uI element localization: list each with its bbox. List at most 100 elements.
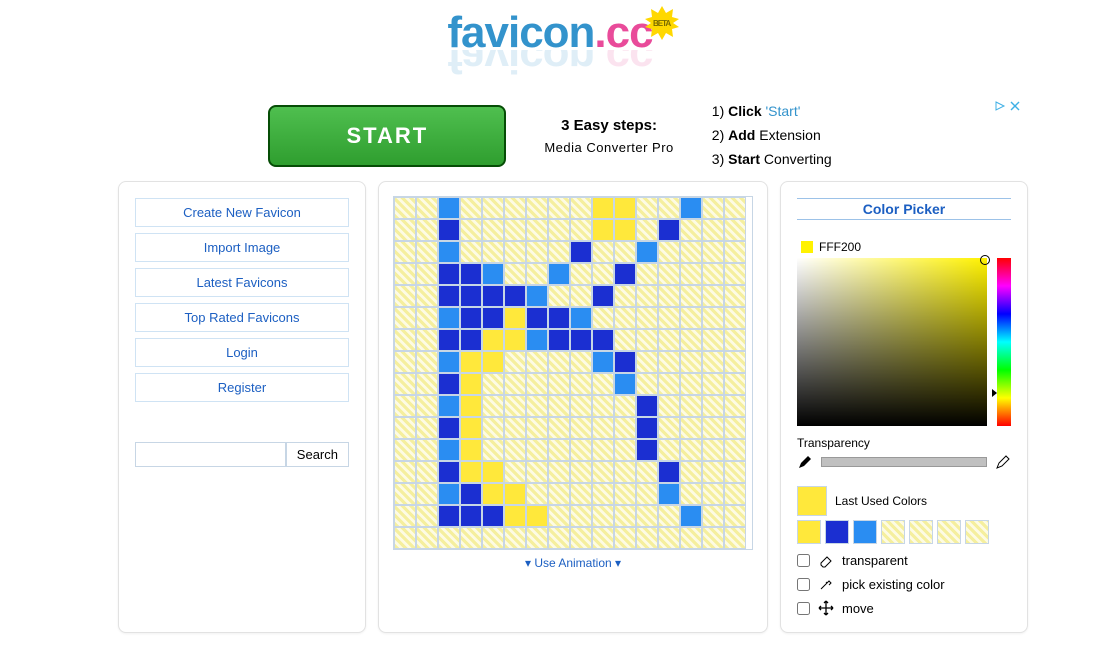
pixel-cell[interactable]: [460, 197, 482, 219]
last-used-swatch[interactable]: [881, 520, 905, 544]
search-input[interactable]: [135, 442, 286, 467]
pixel-cell[interactable]: [438, 527, 460, 549]
pixel-cell[interactable]: [592, 219, 614, 241]
last-used-swatch[interactable]: [825, 520, 849, 544]
pixel-cell[interactable]: [702, 329, 724, 351]
pixel-cell[interactable]: [570, 263, 592, 285]
pixel-cell[interactable]: [416, 483, 438, 505]
pixel-cell[interactable]: [394, 219, 416, 241]
pixel-cell[interactable]: [702, 307, 724, 329]
last-used-swatch[interactable]: [909, 520, 933, 544]
pixel-cell[interactable]: [526, 219, 548, 241]
pixel-cell[interactable]: [416, 505, 438, 527]
pixel-cell[interactable]: [394, 285, 416, 307]
pixel-cell[interactable]: [438, 351, 460, 373]
pixel-cell[interactable]: [658, 351, 680, 373]
pixel-cell[interactable]: [570, 439, 592, 461]
pixel-cell[interactable]: [570, 461, 592, 483]
pixel-cell[interactable]: [548, 219, 570, 241]
pixel-cell[interactable]: [438, 241, 460, 263]
pixel-cell[interactable]: [504, 219, 526, 241]
pixel-cell[interactable]: [526, 241, 548, 263]
pixel-cell[interactable]: [504, 263, 526, 285]
pixel-cell[interactable]: [394, 307, 416, 329]
pixel-cell[interactable]: [394, 241, 416, 263]
pixel-cell[interactable]: [702, 219, 724, 241]
pixel-cell[interactable]: [394, 505, 416, 527]
transparency-slider[interactable]: [821, 457, 987, 467]
pixel-cell[interactable]: [482, 351, 504, 373]
pixel-cell[interactable]: [548, 505, 570, 527]
pixel-cell[interactable]: [614, 307, 636, 329]
pixel-cell[interactable]: [702, 417, 724, 439]
pixel-cell[interactable]: [592, 439, 614, 461]
pixel-cell[interactable]: [570, 241, 592, 263]
pixel-cell[interactable]: [526, 483, 548, 505]
pixel-cell[interactable]: [614, 351, 636, 373]
pixel-cell[interactable]: [592, 373, 614, 395]
pixel-cell[interactable]: [658, 241, 680, 263]
pixel-cell[interactable]: [504, 505, 526, 527]
pixel-cell[interactable]: [548, 307, 570, 329]
nav-link[interactable]: Top Rated Favicons: [136, 304, 348, 331]
pixel-cell[interactable]: [702, 241, 724, 263]
pixel-cell[interactable]: [482, 307, 504, 329]
pixel-cell[interactable]: [504, 351, 526, 373]
sv-cursor[interactable]: [980, 255, 990, 265]
pixel-cell[interactable]: [724, 307, 746, 329]
pixel-cell[interactable]: [680, 307, 702, 329]
pixel-cell[interactable]: [482, 395, 504, 417]
pixel-cell[interactable]: [680, 505, 702, 527]
pixel-cell[interactable]: [614, 241, 636, 263]
pixel-cell[interactable]: [548, 285, 570, 307]
transparent-checkbox[interactable]: [797, 554, 810, 567]
close-icon[interactable]: [1010, 101, 1020, 111]
pixel-cell[interactable]: [614, 461, 636, 483]
pixel-cell[interactable]: [438, 461, 460, 483]
pixel-cell[interactable]: [394, 329, 416, 351]
pixel-cell[interactable]: [526, 417, 548, 439]
pixel-cell[interactable]: [658, 329, 680, 351]
pixel-cell[interactable]: [416, 241, 438, 263]
last-used-swatch[interactable]: [965, 520, 989, 544]
pixel-cell[interactable]: [592, 351, 614, 373]
pixel-cell[interactable]: [680, 263, 702, 285]
pixel-cell[interactable]: [658, 263, 680, 285]
nav-link[interactable]: Register: [136, 374, 348, 401]
pixel-cell[interactable]: [482, 483, 504, 505]
pixel-cell[interactable]: [416, 417, 438, 439]
pixel-cell[interactable]: [614, 285, 636, 307]
pixel-cell[interactable]: [724, 417, 746, 439]
pixel-cell[interactable]: [438, 219, 460, 241]
pixel-cell[interactable]: [570, 483, 592, 505]
pixel-cell[interactable]: [658, 219, 680, 241]
pixel-cell[interactable]: [416, 263, 438, 285]
pixel-cell[interactable]: [438, 197, 460, 219]
pixel-cell[interactable]: [438, 263, 460, 285]
pixel-cell[interactable]: [724, 373, 746, 395]
pixel-cell[interactable]: [614, 197, 636, 219]
pixel-cell[interactable]: [724, 197, 746, 219]
pixel-cell[interactable]: [416, 527, 438, 549]
pixel-cell[interactable]: [460, 527, 482, 549]
pixel-cell[interactable]: [570, 527, 592, 549]
pixel-cell[interactable]: [658, 285, 680, 307]
pixel-cell[interactable]: [680, 527, 702, 549]
pixel-cell[interactable]: [658, 483, 680, 505]
pixel-cell[interactable]: [460, 219, 482, 241]
pixel-cell[interactable]: [482, 461, 504, 483]
pixel-cell[interactable]: [702, 483, 724, 505]
last-used-swatch[interactable]: [853, 520, 877, 544]
pixel-cell[interactable]: [702, 351, 724, 373]
pixel-cell[interactable]: [658, 307, 680, 329]
pixel-cell[interactable]: [724, 285, 746, 307]
pixel-cell[interactable]: [614, 527, 636, 549]
nav-link[interactable]: Import Image: [136, 234, 348, 261]
pixel-cell[interactable]: [592, 329, 614, 351]
pixel-cell[interactable]: [438, 483, 460, 505]
pixel-cell[interactable]: [636, 263, 658, 285]
pixel-cell[interactable]: [724, 351, 746, 373]
pixel-cell[interactable]: [636, 351, 658, 373]
pixel-cell[interactable]: [526, 505, 548, 527]
pixel-cell[interactable]: [724, 263, 746, 285]
